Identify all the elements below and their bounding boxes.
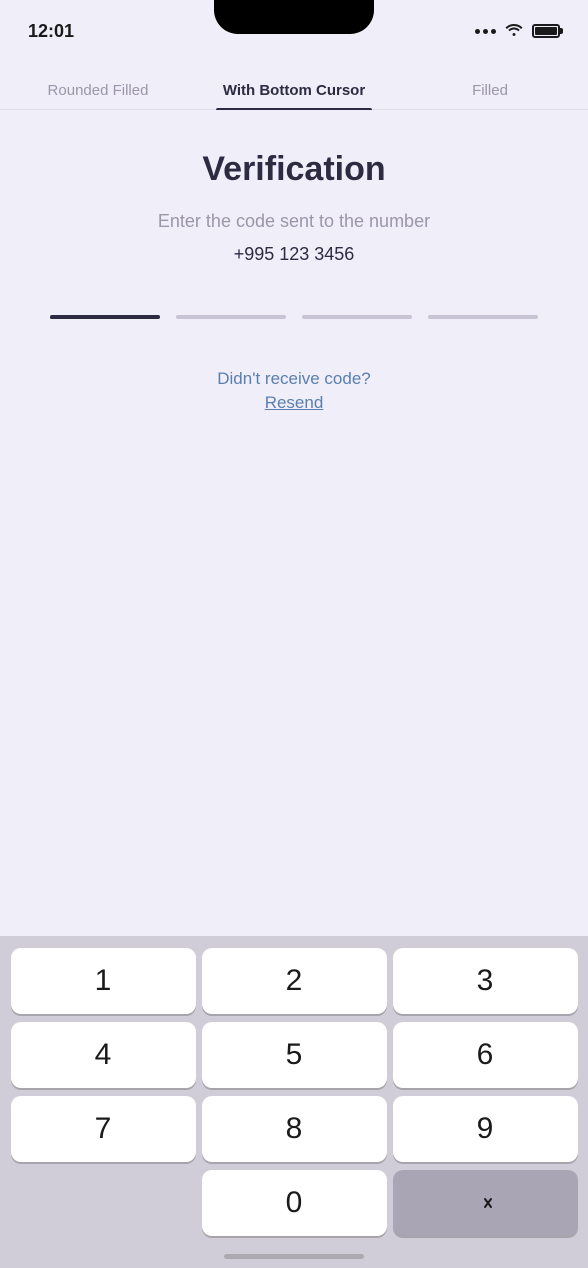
keyboard-bottom	[4, 1244, 584, 1268]
numeric-keyboard: 1 2 3 4 5 6 7 8 9 0	[0, 936, 588, 1268]
otp-field-3[interactable]	[302, 315, 412, 319]
phone-number: +995 123 3456	[234, 244, 355, 265]
key-3[interactable]: 3	[393, 948, 578, 1014]
notch	[214, 0, 374, 34]
status-time: 12:01	[28, 21, 74, 42]
battery-icon	[532, 24, 560, 38]
resend-section: Didn't receive code? Resend	[217, 369, 371, 413]
key-0[interactable]: 0	[202, 1170, 387, 1236]
wifi-icon	[504, 22, 524, 41]
key-1[interactable]: 1	[11, 948, 196, 1014]
otp-cursor	[50, 316, 116, 319]
keyboard-row-4: 0	[4, 1170, 584, 1236]
resend-button[interactable]: Resend	[265, 393, 324, 413]
key-5[interactable]: 5	[202, 1022, 387, 1088]
tab-bar: Rounded Filled With Bottom Cursor Filled	[0, 54, 588, 110]
subtitle-text: Enter the code sent to the number	[158, 209, 430, 234]
tab-with-bottom-cursor-label: With Bottom Cursor	[223, 82, 365, 99]
delete-icon	[471, 1193, 499, 1213]
tab-with-bottom-cursor[interactable]: With Bottom Cursor	[196, 54, 392, 109]
tab-rounded-filled-label: Rounded Filled	[48, 82, 149, 99]
keyboard-row-1: 1 2 3	[4, 948, 584, 1014]
key-8[interactable]: 8	[202, 1096, 387, 1162]
tab-rounded-filled[interactable]: Rounded Filled	[0, 54, 196, 109]
key-6[interactable]: 6	[393, 1022, 578, 1088]
key-7[interactable]: 7	[11, 1096, 196, 1162]
otp-field-2[interactable]	[176, 315, 286, 319]
key-2[interactable]: 2	[202, 948, 387, 1014]
otp-input-container[interactable]	[30, 315, 558, 319]
didnt-receive-text: Didn't receive code?	[217, 369, 371, 389]
key-9[interactable]: 9	[393, 1096, 578, 1162]
home-indicator	[224, 1254, 364, 1259]
tab-filled[interactable]: Filled	[392, 54, 588, 109]
otp-field-1[interactable]	[50, 315, 160, 319]
key-empty	[11, 1170, 196, 1236]
key-4[interactable]: 4	[11, 1022, 196, 1088]
page-title: Verification	[202, 150, 385, 189]
status-icons	[475, 22, 560, 41]
signal-icon	[475, 29, 496, 34]
key-delete[interactable]	[393, 1170, 578, 1236]
keyboard-row-2: 4 5 6	[4, 1022, 584, 1088]
otp-field-4[interactable]	[428, 315, 538, 319]
tab-active-indicator	[216, 108, 373, 110]
keyboard-row-3: 7 8 9	[4, 1096, 584, 1162]
main-content: Verification Enter the code sent to the …	[0, 110, 588, 483]
tab-filled-label: Filled	[472, 82, 508, 99]
